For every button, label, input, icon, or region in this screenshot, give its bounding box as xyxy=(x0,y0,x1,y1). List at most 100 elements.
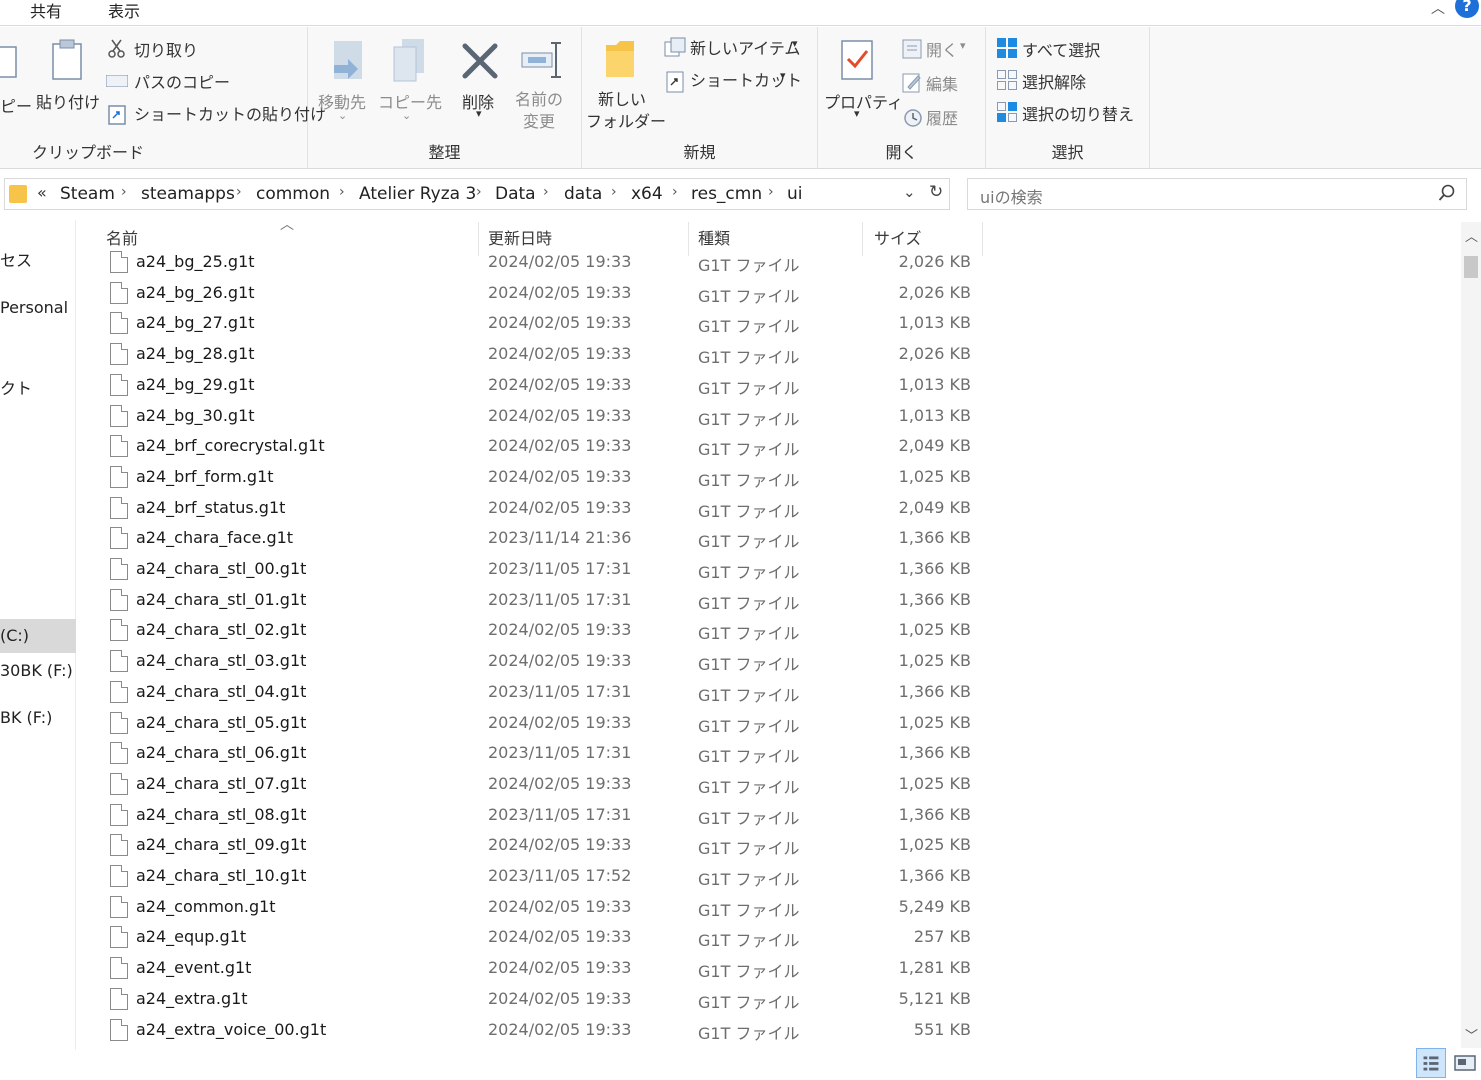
file-size: 1,366 KB xyxy=(898,866,971,885)
breadcrumb-separator[interactable]: › xyxy=(476,184,482,200)
shortcut-dropdown-icon[interactable]: ▾ xyxy=(780,69,786,82)
large-icons-view-icon[interactable] xyxy=(1450,1048,1480,1078)
properties-button[interactable]: プロパティ xyxy=(824,89,903,113)
open-button[interactable]: 開く xyxy=(926,37,958,61)
file-row[interactable]: a24_bg_28.g1t 2024/02/05 19:33 G1T ファイル 2,0… xyxy=(80,339,1460,370)
breadcrumb-common[interactable]: common xyxy=(256,184,330,204)
breadcrumb-separator[interactable]: › xyxy=(121,184,127,200)
new-folder-button[interactable]: 新しい フォルダー xyxy=(586,89,666,133)
delete-icon xyxy=(462,43,498,79)
file-row[interactable]: a24_chara_stl_07.g1t 2024/02/05 19:33 G1T … xyxy=(80,769,1460,800)
breadcrumb-separator[interactable]: › xyxy=(339,184,345,200)
file-row[interactable]: a24_equp.g1t 2024/02/05 19:33 G1T ファイル 257 … xyxy=(80,922,1460,953)
breadcrumb-separator[interactable]: › xyxy=(543,184,549,200)
properties-dropdown-icon[interactable]: ▾ xyxy=(854,107,860,120)
breadcrumb-data-lower[interactable]: data xyxy=(564,184,602,204)
breadcrumb-steamapps[interactable]: steamapps xyxy=(141,184,235,204)
copy-button[interactable]: ピー xyxy=(0,93,32,117)
breadcrumb-ui[interactable]: ui xyxy=(787,184,803,204)
file-size: 5,121 KB xyxy=(898,988,971,1008)
scrollbar-thumb[interactable] xyxy=(1464,256,1478,278)
paste-button[interactable]: 貼り付け xyxy=(36,89,100,113)
file-row[interactable]: a24_chara_stl_08.g1t 2023/11/05 17:31 G1T … xyxy=(80,800,1460,831)
breadcrumb-atelier-ryza-3[interactable]: Atelier Ryza 3 xyxy=(359,184,476,204)
breadcrumb-data-upper[interactable]: Data xyxy=(495,184,536,204)
history-button[interactable]: 履歴 xyxy=(926,105,958,129)
file-icon xyxy=(110,1018,128,1041)
invert-selection-button[interactable]: 選択の切り替え xyxy=(1022,101,1134,125)
breadcrumb-res-cmn[interactable]: res_cmn xyxy=(691,184,762,204)
breadcrumb-x64[interactable]: x64 xyxy=(631,184,663,204)
nav-item-drive-f[interactable]: 30BK (F:) xyxy=(0,654,76,688)
new-item-button[interactable]: 新しいアイテム xyxy=(690,35,800,59)
file-row[interactable]: a24_bg_29.g1t 2024/02/05 19:33 G1T ファイル 1,0… xyxy=(80,370,1460,401)
file-row[interactable]: a24_brf_form.g1t 2024/02/05 19:33 G1T ファイル… xyxy=(80,462,1460,493)
file-row[interactable]: a24_bg_30.g1t 2024/02/05 19:33 G1T ファイル 1,0… xyxy=(80,401,1460,432)
scroll-down-arrow-icon[interactable]: ﹀ xyxy=(1465,1025,1478,1044)
breadcrumb-separator[interactable]: › xyxy=(236,184,242,200)
address-history-chevron-icon[interactable]: ⌄ xyxy=(903,183,916,201)
refresh-icon[interactable]: ↻ xyxy=(929,182,943,202)
help-icon[interactable]: ? xyxy=(1455,0,1479,18)
file-name: a24_equp.g1t xyxy=(136,927,247,947)
file-row[interactable]: a24_chara_face.g1t 2023/11/14 21:36 G1T ファ… xyxy=(80,523,1460,554)
file-icon xyxy=(110,558,128,580)
file-row[interactable]: a24_chara_stl_10.g1t 2023/11/05 17:52 G1T … xyxy=(80,861,1460,892)
file-row[interactable]: a24_extra_voice_00.g1t 2024/02/05 19:33 G1… xyxy=(80,1015,1460,1046)
file-size: 2,049 KB xyxy=(898,497,971,517)
file-row[interactable]: a24_common.g1t 2024/02/05 19:33 G1T ファイル 5,… xyxy=(80,892,1460,923)
breadcrumb-separator[interactable]: › xyxy=(672,184,678,200)
breadcrumb-separator[interactable]: › xyxy=(768,184,774,200)
file-row[interactable]: a24_event.g1t 2024/02/05 19:33 G1T ファイル 1,2… xyxy=(80,953,1460,984)
file-row[interactable]: a24_chara_stl_00.g1t 2023/11/05 17:31 G1T … xyxy=(80,554,1460,585)
scroll-up-arrow-icon[interactable]: ︿ xyxy=(1465,226,1478,245)
vertical-scrollbar[interactable]: ︿ ﹀ xyxy=(1461,222,1481,1048)
collapse-ribbon-icon[interactable]: ︿ xyxy=(1431,0,1445,18)
nav-item-local-disk-c[interactable]: (C:) xyxy=(0,619,76,653)
file-date: 2024/02/05 19:33 xyxy=(488,896,632,916)
details-view-icon[interactable] xyxy=(1416,1048,1446,1078)
paste-shortcut-button[interactable]: ショートカットの貼り付け xyxy=(134,101,326,125)
file-row[interactable]: a24_brf_status.g1t 2024/02/05 19:33 G1T ファ… xyxy=(80,493,1460,524)
new-item-dropdown-icon[interactable]: ▾ xyxy=(792,37,798,50)
nav-item-3d-objects[interactable]: クト xyxy=(0,372,76,406)
tab-share[interactable]: 共有 xyxy=(30,0,62,22)
breadcrumb-steam[interactable]: Steam xyxy=(60,184,115,204)
search-icon[interactable] xyxy=(1438,184,1456,202)
file-name: a24_chara_stl_00.g1t xyxy=(136,559,307,578)
edit-button[interactable]: 編集 xyxy=(926,71,958,95)
copy-path-button[interactable]: パスのコピー xyxy=(134,69,230,93)
move-to-dropdown-icon[interactable]: ⌄ xyxy=(338,109,347,122)
file-row[interactable]: a24_chara_stl_04.g1t 2023/11/05 17:31 G1T … xyxy=(80,677,1460,708)
file-row[interactable]: a24_bg_27.g1t 2024/02/05 19:33 G1T ファイル 1,0… xyxy=(80,308,1460,339)
file-row[interactable]: a24_chara_stl_01.g1t 2023/11/05 17:31 G1T … xyxy=(80,585,1460,616)
search-input[interactable]: uiの検索 xyxy=(980,184,1043,208)
file-row[interactable]: a24_chara_stl_02.g1t 2024/02/05 19:33 G1T … xyxy=(80,615,1460,646)
file-row[interactable]: a24_chara_stl_03.g1t 2024/02/05 19:33 G1T … xyxy=(80,646,1460,677)
tab-view[interactable]: 表示 xyxy=(108,0,140,22)
nav-item-drive-f-2[interactable]: BK (F:) xyxy=(0,701,76,735)
address-bar-row: « Steam › steamapps › common › Atelier R… xyxy=(0,170,1481,216)
copy-path-icon xyxy=(106,75,128,87)
select-none-button[interactable]: 選択解除 xyxy=(1022,69,1086,93)
search-box[interactable]: uiの検索 xyxy=(967,178,1467,210)
file-row[interactable]: a24_chara_stl_09.g1t 2024/02/05 19:33 G1T … xyxy=(80,830,1460,861)
open-dropdown-icon[interactable]: ▾ xyxy=(960,39,966,52)
select-all-button[interactable]: すべて選択 xyxy=(1022,37,1100,61)
file-row[interactable]: a24_bg_25.g1t 2024/02/05 19:33 G1T ファイル 2,0… xyxy=(80,250,1460,278)
nav-item-quick-access[interactable]: セス xyxy=(0,244,76,278)
cut-button[interactable]: 切り取り xyxy=(134,37,198,61)
file-row[interactable]: a24_bg_26.g1t 2024/02/05 19:33 G1T ファイル 2,0… xyxy=(80,278,1460,309)
rename-button[interactable]: 名前の 変更 xyxy=(514,89,564,133)
file-row[interactable]: a24_chara_stl_05.g1t 2024/02/05 19:33 G1T … xyxy=(80,708,1460,739)
file-row[interactable]: a24_brf_corecrystal.g1t 2024/02/05 19:33 G… xyxy=(80,431,1460,462)
copy-to-dropdown-icon[interactable]: ⌄ xyxy=(402,109,411,122)
address-bar[interactable]: « Steam › steamapps › common › Atelier R… xyxy=(4,178,950,210)
file-row[interactable]: a24_extra.g1t 2024/02/05 19:33 G1T ファイル 5,1… xyxy=(80,984,1460,1015)
nav-item-onedrive-personal[interactable]: Personal xyxy=(0,291,76,325)
breadcrumb-separator[interactable]: › xyxy=(611,184,617,200)
file-row[interactable]: a24_chara_stl_06.g1t 2023/11/05 17:31 G1T … xyxy=(80,738,1460,769)
file-icon xyxy=(110,527,128,550)
delete-dropdown-icon[interactable]: ▾ xyxy=(476,107,482,120)
breadcrumb-overflow[interactable]: « xyxy=(37,183,47,202)
